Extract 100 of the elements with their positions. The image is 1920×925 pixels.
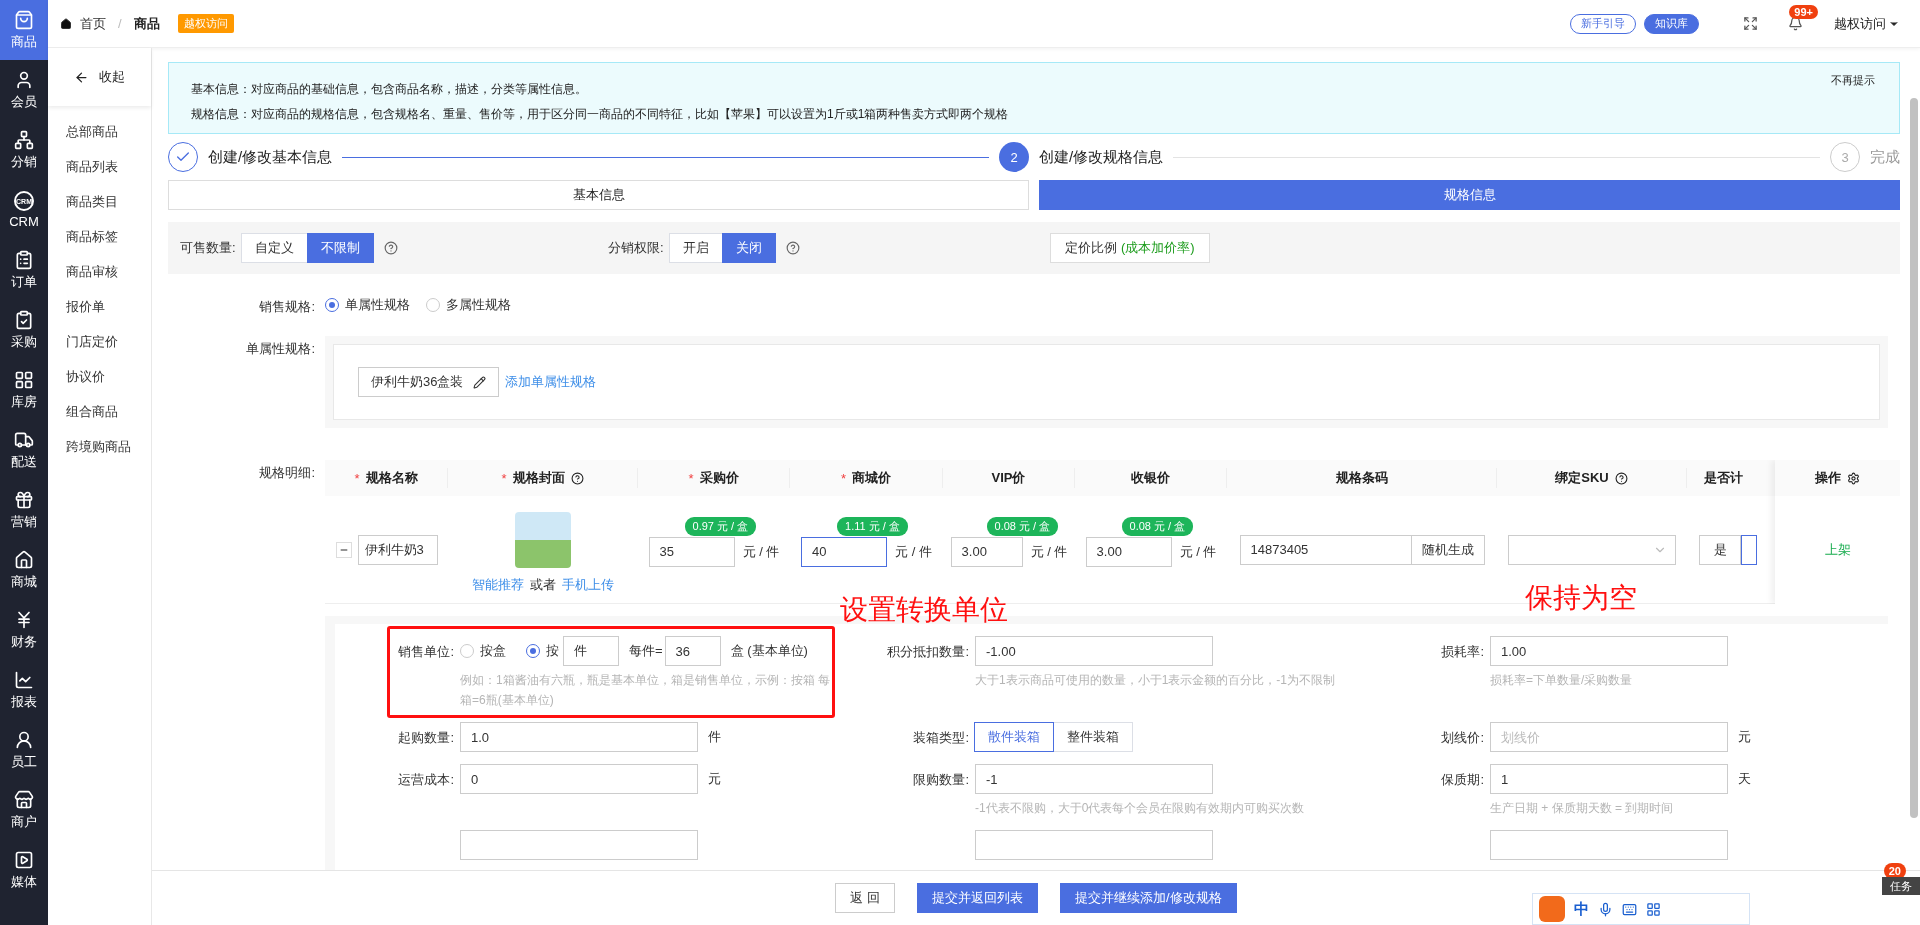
menu-item[interactable]: 门店定价 [48,324,151,359]
radio-icon[interactable] [325,298,339,312]
price-input[interactable]: 3.00 [950,536,1023,567]
step-label: 完成 [1870,147,1900,167]
menu-item[interactable]: 商品类目 [48,184,151,219]
ime-mode[interactable]: 中 [1574,899,1589,919]
price-input[interactable]: 3.00 [1085,536,1172,567]
input-field[interactable]: -1.00 [975,636,1213,666]
nav-item[interactable]: 报表 [0,660,48,720]
count-input[interactable]: 36 [664,636,721,666]
pricing-button[interactable]: 定价比例 (成本加价率) [1050,233,1210,263]
radio-icon[interactable] [526,644,540,658]
tab[interactable]: 基本信息 [168,180,1029,210]
generate-button[interactable]: 随机生成 [1410,534,1485,565]
tab[interactable]: 规格信息 [1039,180,1900,210]
fullscreen-icon[interactable] [1743,16,1759,31]
toggle-option[interactable] [1741,534,1757,565]
unit-input[interactable]: 件 [563,636,619,666]
input-field[interactable] [1490,830,1728,860]
menu-item[interactable]: 组合商品 [48,394,151,429]
input-field[interactable]: -1 [975,764,1213,794]
nav-item[interactable]: 商品 [0,0,48,60]
help-icon[interactable] [1614,471,1628,485]
microphone-icon[interactable] [1598,901,1613,917]
scrollbar-thumb[interactable] [1910,98,1918,818]
unit-price-badge: 1.11 元 / 盒 [837,516,908,536]
required-mark: * [840,470,847,486]
segment-button[interactable]: 自定义 [240,233,308,263]
nav-item[interactable]: 员工 [0,720,48,780]
input-field[interactable]: 1.0 [460,722,698,752]
barcode-input[interactable]: 14873405 [1239,534,1412,565]
annotation-text: 保持为空 [1525,584,1637,612]
dismiss-link[interactable]: 不再提示 [1831,73,1875,123]
upload-link[interactable]: 智能推荐 [472,575,524,594]
footer-button[interactable]: 提交并返回列表 [917,883,1038,913]
footer-button[interactable]: 提交并继续添加/修改规格 [1060,883,1237,913]
nav-item[interactable]: 商城 [0,540,48,600]
menu-item[interactable]: 报价单 [48,289,151,324]
bell-icon[interactable] [1788,16,1804,31]
settings-icon[interactable] [1847,471,1860,485]
radio-option[interactable]: 多属性规格 [426,296,511,314]
segment-button[interactable]: 关闭 [721,233,776,263]
guide-button[interactable]: 新手引导 [1570,13,1637,34]
breadcrumb-link[interactable]: 首页 [80,14,106,33]
help-icon[interactable] [570,471,584,485]
step-label: 创建/修改基本信息 [208,147,333,167]
play-icon [14,849,34,870]
input-field[interactable]: 划线价 [1490,722,1728,752]
nav-label: 商品 [11,32,37,51]
nav-item[interactable]: 分销 [0,120,48,180]
keyboard-icon[interactable] [1622,901,1637,917]
input-field[interactable]: 1.00 [1490,636,1728,666]
nav-item[interactable]: 配送 [0,420,48,480]
column-header: VIP价 [991,469,1026,487]
required-mark: * [501,470,507,486]
input-field[interactable]: 0 [460,764,698,794]
column-header: 操作 [1815,469,1841,487]
nav-item[interactable]: 商户 [0,780,48,840]
radio-icon[interactable] [460,644,474,658]
segment-button[interactable]: 开启 [668,233,723,263]
spec-chip[interactable]: 伊利牛奶36盒装 [358,367,500,397]
segment-button[interactable]: 散件装箱 [974,722,1054,752]
knowledge-button[interactable]: 知识库 [1644,13,1700,34]
nav-item[interactable]: 会员 [0,60,48,120]
toggle-option[interactable]: 是 [1699,534,1741,565]
radio-option[interactable]: 按盒 [460,642,506,660]
radio-option[interactable]: 按 [526,642,559,660]
menu-item[interactable]: 总部商品 [48,114,151,149]
task-button[interactable]: 任务 [1882,877,1920,895]
menu-item[interactable]: 商品列表 [48,149,151,184]
segment-button[interactable]: 整件装箱 [1053,722,1133,752]
breadcrumb-link[interactable]: 商品 [133,14,160,33]
remove-button[interactable] [335,541,352,558]
upload-link[interactable]: 手机上传 [562,575,614,594]
hint-text: 例如：1箱酱油有六瓶，瓶是基本单位，箱是销售单位，示例：按箱 每箱=6瓶(基本单位) [460,672,831,709]
radio-icon[interactable] [426,298,440,312]
nav-item[interactable]: 财务 [0,600,48,660]
radio-option[interactable]: 单属性规格 [325,296,410,314]
price-input[interactable]: 40 [801,536,888,567]
nav-item[interactable]: 媒体 [0,840,48,900]
footer-button[interactable]: 返 回 [835,883,895,913]
user-menu[interactable]: 越权访问 [1828,13,1906,34]
price-input[interactable]: 35 [648,536,735,567]
nav-item[interactable]: 订单 [0,240,48,300]
grid-icon[interactable] [1646,901,1661,917]
menu-item[interactable]: 跨境购商品 [48,429,151,464]
nav-item[interactable]: 库房 [0,360,48,420]
collapse-button[interactable]: 收起 [48,48,151,106]
add-spec-link[interactable]: 添加单属性规格 [505,373,597,391]
nav-item[interactable]: 采购 [0,300,48,360]
ime-logo-icon [1539,896,1565,922]
name-input[interactable]: 伊利牛奶3 [357,534,438,565]
menu-item[interactable]: 商品标签 [48,219,151,254]
menu-item[interactable]: 协议价 [48,359,151,394]
nav-item[interactable]: 营销 [0,480,48,540]
segment-button[interactable]: 不限制 [306,233,374,263]
input-field[interactable] [975,830,1213,860]
input-field[interactable]: 1 [1490,764,1728,794]
input-field[interactable] [460,830,698,860]
menu-item[interactable]: 商品审核 [48,254,151,289]
